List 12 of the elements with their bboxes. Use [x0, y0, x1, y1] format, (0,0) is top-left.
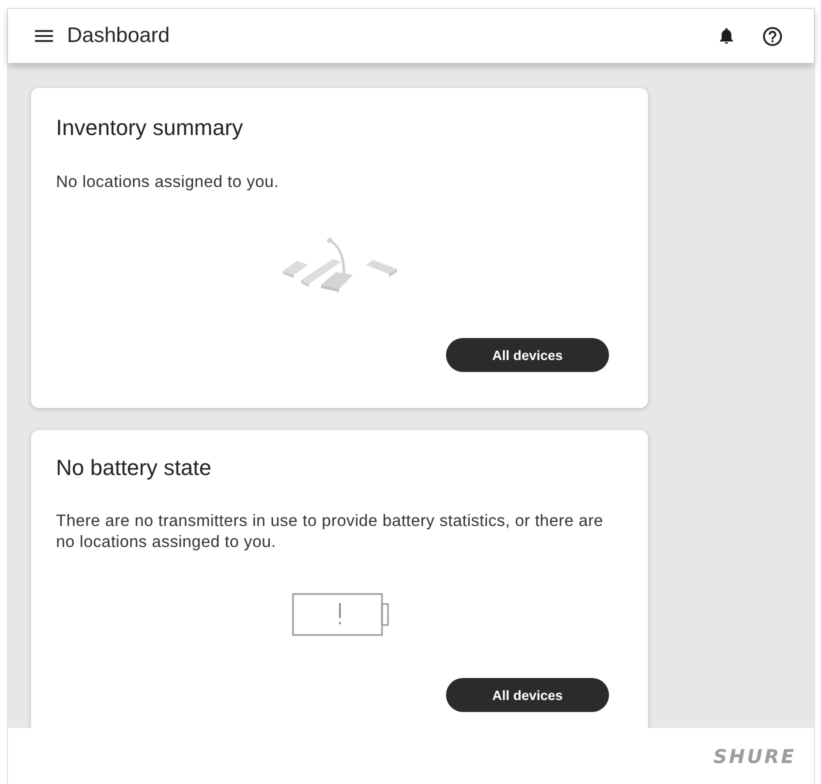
brand-logo: SHURE — [713, 746, 796, 768]
menu-icon[interactable] — [35, 30, 53, 42]
all-devices-button[interactable]: All devices — [446, 678, 609, 712]
help-icon[interactable] — [763, 26, 782, 46]
notifications-icon[interactable] — [720, 28, 733, 44]
card-message: No locations assigned to you. — [56, 172, 280, 193]
page-title: Dashboard — [67, 24, 171, 48]
all-devices-button[interactable]: All devices — [446, 338, 609, 372]
card-title: No battery state — [56, 455, 212, 481]
card-title: Inventory summary — [56, 115, 244, 141]
battery-warning-icon — [292, 593, 388, 636]
card-message: There are no transmitters in use to provide battery statistics, or there are no locations assinged to you. — [56, 511, 604, 553]
